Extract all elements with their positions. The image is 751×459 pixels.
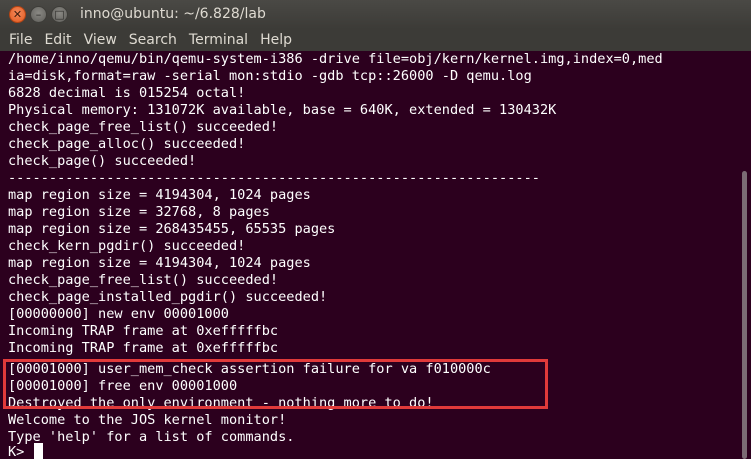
menu-view[interactable]: View — [75, 32, 120, 48]
title-bar[interactable]: ✕ – □ inno@ubuntu: ~/6.828/lab — [0, 0, 751, 29]
terminal-line: 6828 decimal is 015254 octal! — [8, 85, 246, 101]
minimize-window-button[interactable]: – — [30, 6, 47, 23]
terminal-line: check_page_installed_pgdir() succeeded! — [8, 289, 328, 305]
terminal-output[interactable]: /home/inno/qemu/bin/qemu-system-i386 -dr… — [0, 51, 738, 459]
terminal-line: map region size = 4194304, 1024 pages — [8, 255, 311, 271]
terminal-line: check_page_free_list() succeeded! — [8, 272, 279, 288]
close-window-button[interactable]: ✕ — [9, 6, 26, 23]
terminal-scrollbar[interactable] — [738, 51, 751, 459]
terminal-line: Physical memory: 131072K available, base… — [8, 102, 557, 118]
text-cursor — [33, 443, 43, 459]
terminal-line: Welcome to the JOS kernel monitor! — [8, 412, 287, 428]
terminal-line: check_page_free_list() succeeded! — [8, 119, 279, 135]
terminal-line: /home/inno/qemu/bin/qemu-system-i386 -dr… — [8, 51, 663, 67]
close-icon: ✕ — [12, 8, 23, 21]
terminal-line: Type 'help' for a list of commands. — [8, 429, 295, 445]
terminal-line-highlighted: [00001000] free env 00001000 — [8, 378, 238, 394]
terminal-line: ia=disk,format=raw -serial mon:stdio -gd… — [8, 68, 532, 84]
menu-bar: File Edit View Search Terminal Help — [0, 29, 751, 51]
terminal-line: check_page_alloc() succeeded! — [8, 136, 246, 152]
terminal-window: ✕ – □ inno@ubuntu: ~/6.828/lab File Edit… — [0, 0, 751, 459]
terminal-line: map region size = 4194304, 1024 pages — [8, 187, 311, 203]
terminal-line: [00000000] new env 00001000 — [8, 306, 229, 322]
terminal-line: Incoming TRAP frame at 0xefffffbc — [8, 340, 279, 356]
maximize-icon: □ — [54, 8, 65, 21]
terminal-line: map region size = 268435455, 65535 pages — [8, 221, 336, 237]
menu-edit[interactable]: Edit — [35, 32, 74, 48]
terminal-line: check_page() succeeded! — [8, 153, 197, 169]
terminal-separator-line: ----------------------------------------… — [8, 170, 540, 186]
terminal-line-highlighted: Destroyed the only environment - nothing… — [8, 395, 434, 411]
terminal-line: check_kern_pgdir() succeeded! — [8, 238, 246, 254]
kernel-monitor-prompt: K> — [8, 444, 33, 459]
menu-file[interactable]: File — [0, 32, 35, 48]
scrollbar-thumb[interactable] — [742, 171, 747, 459]
terminal-line: Incoming TRAP frame at 0xefffffbc — [8, 323, 279, 339]
terminal-line: map region size = 32768, 8 pages — [8, 204, 270, 220]
menu-help[interactable]: Help — [251, 32, 295, 48]
menu-terminal[interactable]: Terminal — [180, 32, 251, 48]
terminal-prompt-line[interactable]: K> — [8, 443, 43, 459]
window-title: inno@ubuntu: ~/6.828/lab — [80, 6, 266, 22]
menu-search[interactable]: Search — [120, 32, 180, 48]
maximize-window-button[interactable]: □ — [51, 6, 68, 23]
terminal-line-highlighted: [00001000] user_mem_check assertion fail… — [8, 361, 491, 377]
minimize-icon: – — [35, 8, 42, 21]
